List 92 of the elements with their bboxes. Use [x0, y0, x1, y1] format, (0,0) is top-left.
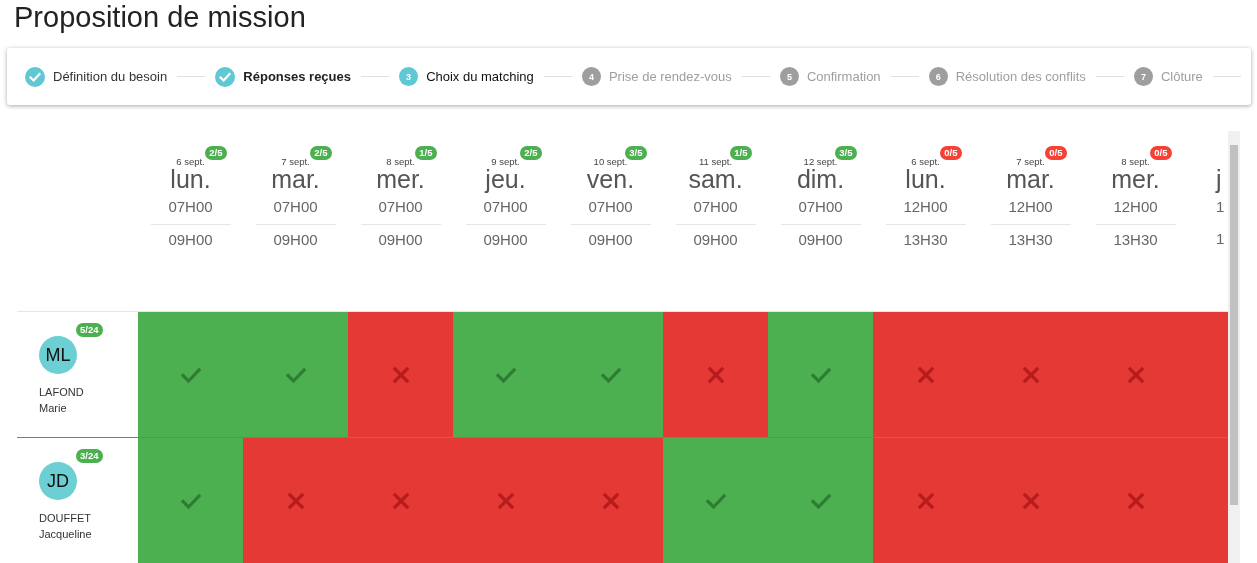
slot-day: mer. — [1111, 166, 1160, 192]
slot-day: mar. — [271, 166, 320, 192]
slot-date: 12 sept. — [803, 156, 838, 168]
slot-end-time: 09H00 — [255, 224, 336, 255]
step-number: 5 — [779, 67, 799, 86]
availability-cell[interactable] — [768, 312, 873, 437]
slot-date: 11 sept. — [698, 156, 733, 168]
availability-cell[interactable] — [873, 312, 978, 437]
count-badge: 3/24 — [76, 449, 103, 463]
slot-end-time: 09H00 — [465, 224, 546, 255]
count-badge: 0/5 — [940, 146, 962, 160]
availability-cell[interactable] — [663, 438, 768, 563]
first-name: Marie — [39, 401, 68, 416]
slot-day: j — [1216, 166, 1222, 192]
step-label[interactable]: Confirmation — [806, 69, 881, 84]
slot-end-time: 13H30 — [1095, 224, 1176, 255]
slot-start-time: 07H00 — [587, 197, 634, 217]
count-badge: 1/5 — [730, 146, 752, 160]
slot-day: sam. — [688, 166, 743, 192]
slot-date: 6 sept. — [176, 156, 205, 168]
slot-day: dim. — [796, 166, 845, 192]
count-badge: 0/5 — [1150, 146, 1172, 160]
slot-date: 10 sept. — [593, 156, 628, 168]
step-label[interactable]: Choix du matching — [426, 69, 534, 84]
avatar: JD — [39, 462, 77, 500]
slot-day: mer. — [376, 166, 425, 192]
availability-cell[interactable] — [138, 438, 243, 563]
slot-end-time: 09H00 — [570, 224, 651, 255]
last-name: LAFOND — [39, 385, 85, 400]
step-label[interactable]: Résolution des conflits — [955, 69, 1086, 84]
slot-start-time: 12H00 — [902, 197, 949, 217]
slot-date: 6 sept. — [911, 156, 940, 168]
count-badge: 2/5 — [205, 146, 227, 160]
slot-start-time: 07H00 — [482, 197, 529, 217]
step-label[interactable]: Définition du besoin — [53, 69, 168, 84]
count-badge: 2/5 — [310, 146, 332, 160]
slot-end-time: 13H30 — [885, 224, 966, 255]
slot-day: mar. — [1006, 166, 1055, 192]
step-label[interactable]: Clôture — [1160, 69, 1203, 84]
slot-date: 8 sept. — [386, 156, 415, 168]
step-number: 4 — [581, 67, 601, 86]
first-name: Jacqueline — [39, 527, 93, 542]
availability-cell[interactable] — [453, 312, 558, 437]
slot-start-time: 12H00 — [1007, 197, 1054, 217]
availability-cell[interactable] — [138, 312, 243, 437]
slot-end-time: 13H30 — [990, 224, 1071, 255]
availability-cell[interactable] — [558, 312, 663, 437]
slot-end-time: 09H00 — [675, 224, 756, 255]
slot-start-time: 12H00 — [1112, 197, 1159, 217]
count-badge: 2/5 — [520, 146, 542, 160]
slot-start-time: 07H00 — [377, 197, 424, 217]
slot-date: 9 sept. — [491, 156, 520, 168]
slot-end-time: 09H00 — [780, 224, 861, 255]
slot-date: 7 sept. — [281, 156, 310, 168]
count-badge: 3/5 — [835, 146, 857, 160]
count-badge: 0/5 — [1045, 146, 1067, 160]
last-name: DOUFFET — [39, 511, 92, 526]
availability-cell[interactable] — [663, 312, 768, 437]
availability-cell[interactable] — [873, 438, 978, 563]
availability-cell[interactable] — [558, 438, 663, 563]
step-label[interactable]: Prise de rendez-vous — [608, 69, 732, 84]
slot-end-time: 1 — [1216, 229, 1225, 249]
slot-start-time: 07H00 — [797, 197, 844, 217]
slot-day: jeu. — [485, 166, 526, 192]
slot-day: lun. — [170, 166, 211, 192]
count-badge: 1/5 — [415, 146, 437, 160]
slot-end-time: 09H00 — [150, 224, 231, 255]
count-badge: 3/5 — [625, 146, 647, 160]
slot-day: ven. — [586, 166, 635, 192]
step-number: 6 — [928, 67, 948, 86]
availability-cell[interactable] — [768, 438, 873, 563]
scrollbar-thumb[interactable] — [1230, 145, 1238, 505]
availability-cell[interactable] — [243, 438, 348, 563]
availability-cell[interactable] — [1188, 312, 1228, 437]
count-badge: 5/24 — [76, 323, 103, 337]
step-label[interactable]: Réponses reçues — [243, 69, 351, 84]
slot-date: 7 sept. — [1016, 156, 1045, 168]
availability-cell[interactable] — [348, 312, 453, 437]
step-number: 7 — [1133, 67, 1153, 86]
availability-cell[interactable] — [1188, 438, 1228, 563]
slot-day: lun. — [905, 166, 946, 192]
slot-end-time: 09H00 — [360, 224, 441, 255]
slot-start-time: 07H00 — [167, 197, 214, 217]
slot-date: 8 sept. — [1121, 156, 1150, 168]
step-number: 3 — [399, 67, 419, 86]
slot-start-time: 07H00 — [692, 197, 739, 217]
slot-start-time: 07H00 — [272, 197, 319, 217]
page-title: Proposition de mission — [13, 0, 306, 35]
avatar: ML — [39, 336, 77, 374]
slot-start-time: 1 — [1216, 197, 1225, 217]
availability-cell[interactable] — [243, 312, 348, 437]
scrollbar[interactable] — [1228, 131, 1240, 563]
